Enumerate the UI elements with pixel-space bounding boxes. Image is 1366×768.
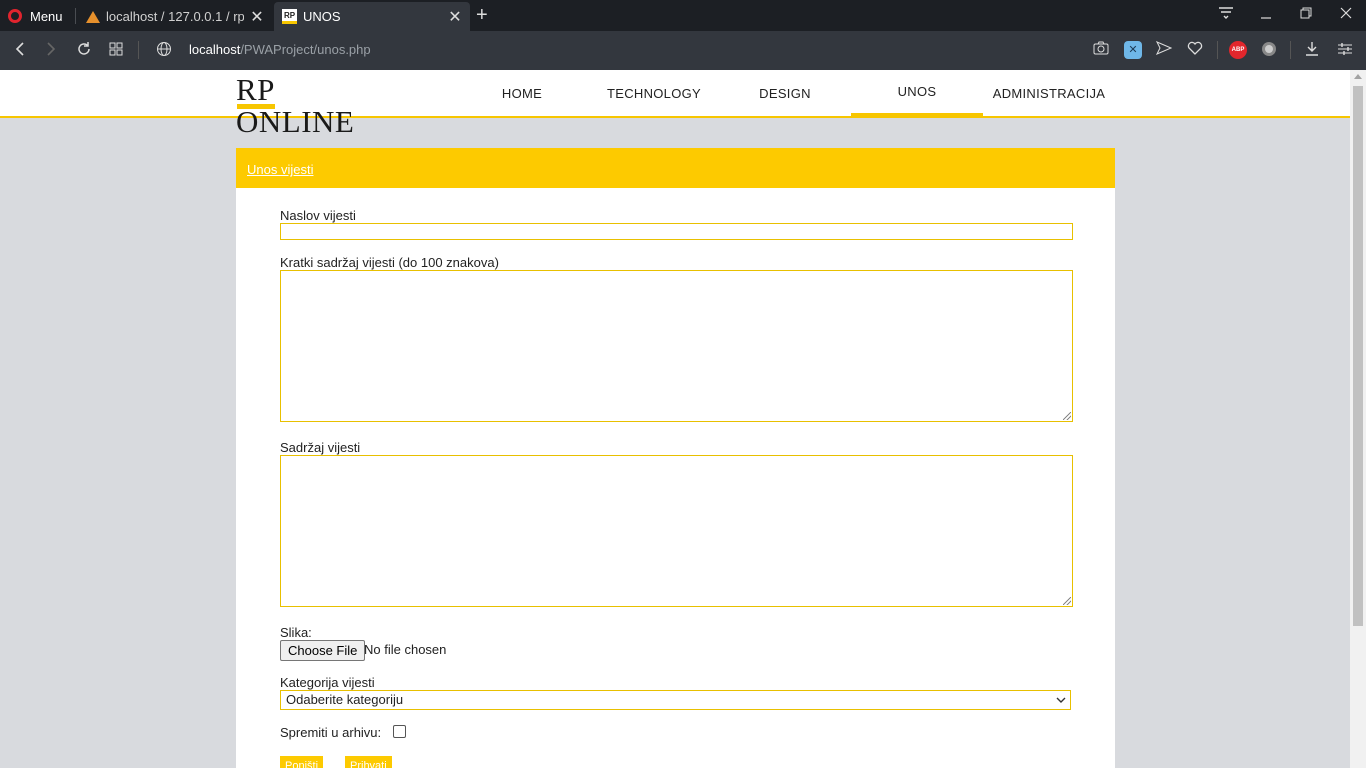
site-logo[interactable]: RP ONLINE	[236, 74, 388, 138]
forward-icon[interactable]	[42, 41, 60, 61]
tab-title: localhost / 127.0.0.1 / rp / k	[106, 9, 244, 24]
scrollbar-thumb[interactable]	[1353, 86, 1363, 626]
toolbar-separator	[1217, 41, 1218, 59]
snapshot-camera-icon[interactable]	[1092, 41, 1110, 59]
nav-unos[interactable]: UNOS	[851, 70, 983, 116]
back-icon[interactable]	[11, 41, 29, 61]
globe-icon	[155, 41, 173, 61]
reload-icon[interactable]	[75, 41, 93, 61]
nav-technology[interactable]: TECHNOLOGY	[588, 70, 720, 116]
browser-menu-label: Menu	[30, 8, 63, 24]
resize-handle-icon[interactable]	[1063, 412, 1071, 420]
submit-button[interactable]: Prihvati	[345, 756, 392, 768]
close-tab-icon[interactable]: ✕	[448, 7, 462, 27]
category-label: Kategorija vijesti	[280, 675, 375, 690]
address-separator	[138, 41, 139, 59]
news-form-panel: Unos vijesti Naslov vijesti Kratki sadrž…	[236, 148, 1115, 768]
minimize-window-icon[interactable]	[1256, 6, 1276, 24]
close-window-icon[interactable]	[1336, 6, 1356, 24]
reset-button[interactable]: Poništi	[280, 756, 324, 768]
rp-favicon-icon: RP	[282, 9, 297, 24]
opera-logo-icon	[8, 9, 22, 23]
speed-dial-icon[interactable]	[107, 41, 125, 61]
nav-administracija[interactable]: ADMINISTRACIJA	[983, 70, 1115, 116]
resize-handle-icon[interactable]	[1063, 597, 1071, 605]
browser-tab-bar: Menu localhost / 127.0.0.1 / rp / k ✕ RP…	[0, 0, 1366, 31]
scroll-up-arrow-icon[interactable]	[1354, 74, 1362, 79]
panel-header: Unos vijesti	[236, 148, 1115, 188]
toolbar-separator	[1290, 41, 1291, 59]
category-selected-value: Odaberite kategoriju	[286, 692, 404, 707]
close-tab-icon[interactable]: ✕	[250, 7, 264, 27]
file-status: No file chosen	[364, 642, 447, 657]
adblock-plus-icon[interactable]: ABP	[1229, 41, 1247, 59]
url-path: /PWAProject/unos.php	[240, 42, 371, 57]
nav-design[interactable]: DESIGN	[719, 70, 851, 116]
browser-address-bar: localhost/PWAProject/unos.php ✕ ABP	[0, 31, 1366, 70]
restore-window-icon[interactable]	[1296, 6, 1316, 24]
title-label: Naslov vijesti	[280, 208, 356, 223]
page-scrollbar[interactable]	[1350, 70, 1366, 768]
phpmyadmin-favicon-icon	[86, 10, 100, 23]
summary-label: Kratki sadržaj vijesti (do 100 znakova)	[280, 255, 499, 270]
browser-tab-phpmyadmin[interactable]: localhost / 127.0.0.1 / rp / k ✕	[78, 2, 272, 31]
summary-textarea[interactable]	[280, 270, 1073, 422]
browser-menu-button[interactable]: Menu	[8, 6, 63, 26]
archive-label: Spremiti u arhivu:	[280, 725, 382, 740]
tab-title: UNOS	[303, 9, 341, 24]
heart-icon[interactable]	[1186, 41, 1204, 59]
url-field[interactable]: localhost/PWAProject/unos.php	[189, 42, 371, 57]
content-label: Sadržaj vijesti	[280, 440, 361, 455]
browser-tab-unos[interactable]: RP UNOS ✕	[274, 2, 470, 31]
tab-separator	[75, 8, 76, 24]
download-icon[interactable]	[1303, 41, 1321, 59]
title-input[interactable]	[280, 223, 1073, 240]
choose-file-button[interactable]: Choose File	[280, 640, 366, 661]
content-textarea[interactable]	[280, 455, 1073, 607]
new-tab-button[interactable]: +	[476, 4, 488, 27]
form-heading-link[interactable]: Unos vijesti	[247, 162, 313, 177]
chevron-down-icon	[1056, 691, 1066, 715]
logo-accent-bar	[237, 104, 275, 109]
tab-menu-icon[interactable]	[1216, 6, 1236, 24]
archive-checkbox[interactable]	[393, 725, 406, 738]
extension-circle-icon[interactable]	[1260, 41, 1278, 59]
send-icon[interactable]	[1155, 41, 1173, 59]
site-header: RP ONLINE HOME TECHNOLOGY DESIGN UNOS AD…	[0, 70, 1350, 138]
category-select[interactable]: Odaberite kategoriju	[280, 690, 1071, 710]
image-label: Slika:	[280, 625, 312, 640]
vpn-shield-icon[interactable]: ✕	[1124, 41, 1142, 59]
easy-setup-icon[interactable]	[1336, 41, 1354, 59]
nav-home[interactable]: HOME	[456, 70, 588, 116]
url-host: localhost	[189, 42, 241, 57]
